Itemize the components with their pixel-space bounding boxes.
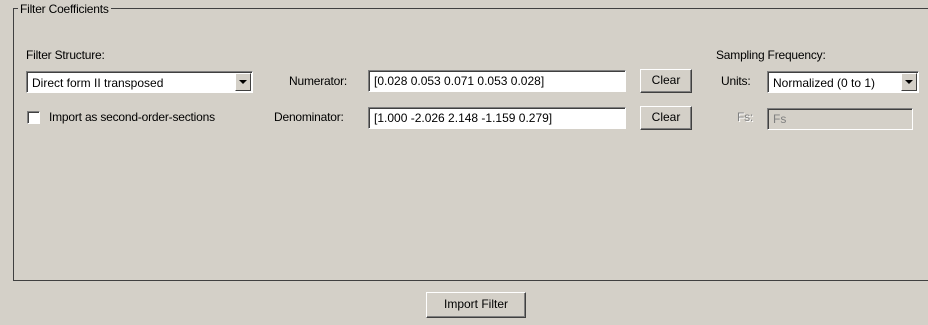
fs-input: Fs: [767, 108, 913, 130]
denominator-label: Denominator:: [274, 110, 344, 124]
fs-label: Fs:: [737, 110, 754, 124]
filter-structure-dropdown[interactable]: Direct form II transposed: [26, 71, 253, 93]
denominator-clear-button[interactable]: Clear: [640, 106, 692, 130]
chevron-down-icon[interactable]: [235, 73, 251, 91]
chevron-down-icon[interactable]: [901, 73, 917, 91]
units-label: Units:: [721, 74, 751, 88]
sos-checkbox-label[interactable]: Import as second-order-sections: [49, 110, 215, 124]
group-title: Filter Coefficients: [18, 2, 111, 16]
sampling-frequency-title: Sampling Frequency:: [716, 48, 826, 62]
import-filter-button[interactable]: Import Filter: [426, 292, 526, 318]
sos-checkbox[interactable]: [27, 111, 40, 124]
filter-structure-label: Filter Structure:: [26, 48, 105, 62]
numerator-label: Numerator:: [289, 74, 348, 88]
denominator-input[interactable]: [1.000 -2.026 2.148 -1.159 0.279]: [368, 107, 626, 129]
filter-structure-value: Direct form II transposed: [32, 76, 164, 90]
units-dropdown[interactable]: Normalized (0 to 1): [767, 71, 919, 93]
numerator-clear-button[interactable]: Clear: [640, 69, 692, 93]
units-value: Normalized (0 to 1): [773, 76, 876, 90]
numerator-input[interactable]: [0.028 0.053 0.071 0.053 0.028]: [368, 70, 626, 92]
